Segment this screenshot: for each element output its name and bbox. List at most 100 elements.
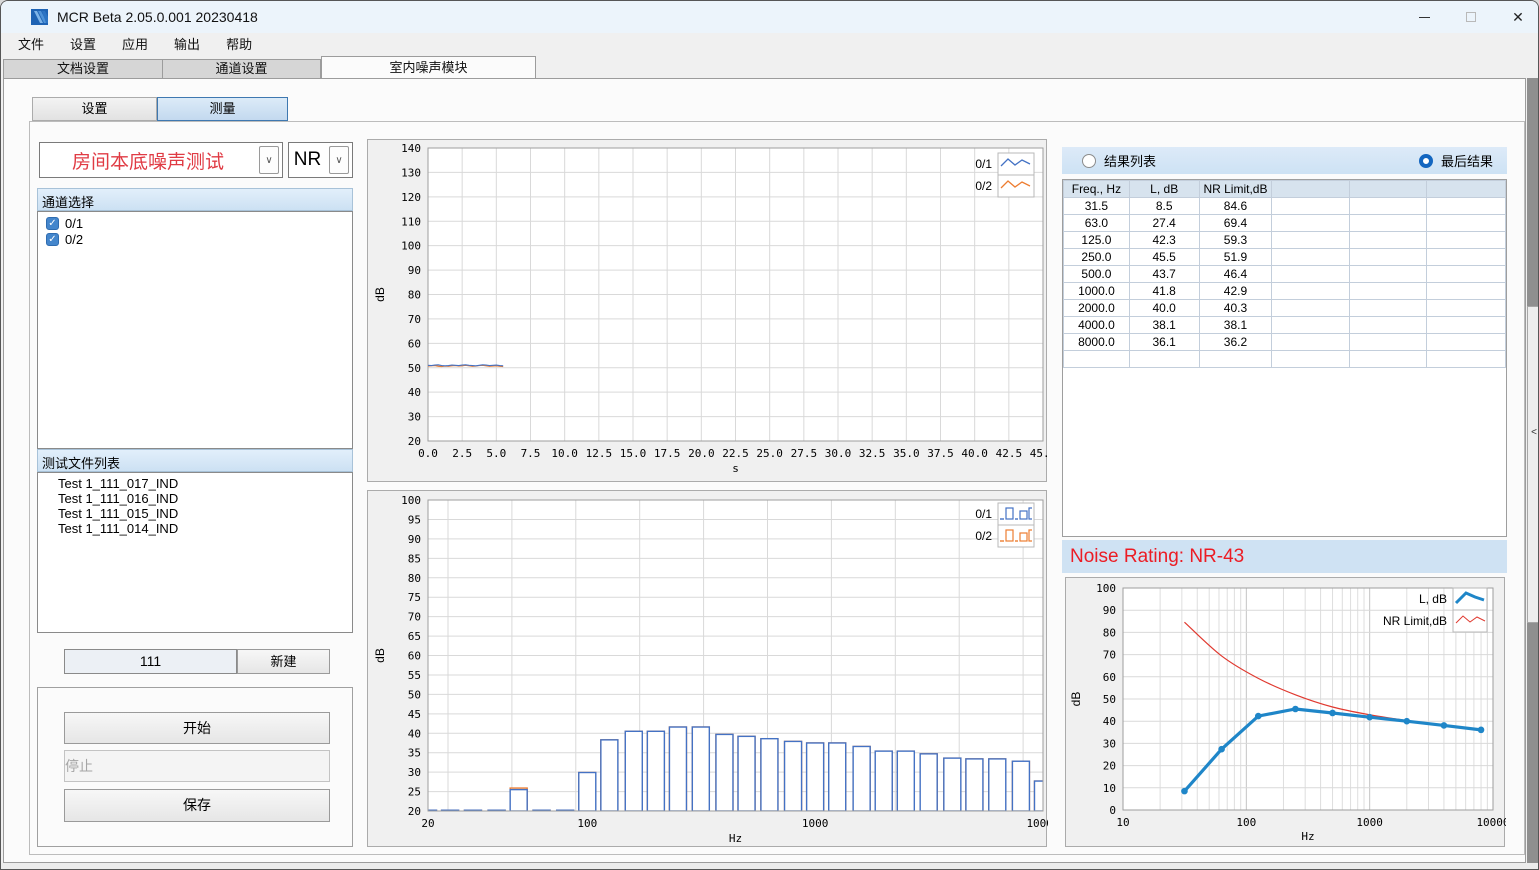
table-cell: 40.0 [1129,300,1199,317]
new-button[interactable]: 新建 [237,649,330,674]
table-cell [1427,300,1506,317]
table-cell [1427,351,1506,368]
close-icon: ✕ [1512,9,1524,26]
list-item[interactable]: Test 1_111_016_IND [58,491,352,506]
svg-text:50: 50 [1103,693,1116,706]
side-panel-expander[interactable]: < [1527,306,1539,623]
chevron-down-icon[interactable]: ∨ [259,146,279,174]
table-cell [1349,266,1427,283]
radio-last-result[interactable]: 最后结果 [1419,151,1493,170]
svg-text:80: 80 [408,289,421,302]
table-cell [1349,215,1427,232]
svg-text:1000: 1000 [1356,816,1383,829]
svg-text:95: 95 [408,513,421,526]
svg-text:60: 60 [1103,671,1116,684]
table-row[interactable]: 31.58.584.6 [1064,198,1506,215]
menu-item[interactable]: 文件 [5,33,57,56]
channel-list[interactable]: ✓0/1✓0/2 [37,211,353,449]
menu-item[interactable]: 输出 [161,33,213,56]
table-row[interactable]: 500.043.746.4 [1064,266,1506,283]
svg-text:15.0: 15.0 [620,447,647,460]
menu-item[interactable]: 应用 [109,33,161,56]
table-cell [1349,317,1427,334]
column-header [1349,181,1427,198]
table-row[interactable]: 2000.040.040.3 [1064,300,1506,317]
svg-text:30: 30 [408,766,421,779]
channel-item[interactable]: ✓0/1 [38,215,352,231]
checkbox-checked-icon[interactable]: ✓ [46,217,59,230]
svg-text:dB: dB [373,287,387,302]
radio-result-list[interactable]: 结果列表 [1082,151,1156,170]
minimize-button[interactable] [1401,1,1447,33]
table-cell: 40.3 [1199,300,1272,317]
maximize-button[interactable] [1448,1,1494,33]
channel-item[interactable]: ✓0/2 [38,231,352,247]
checkbox-checked-icon[interactable]: ✓ [46,233,59,246]
table-cell [1427,215,1506,232]
table-cell [1272,351,1350,368]
channel-section-header: 通道选择 [37,188,353,211]
table-row[interactable]: 63.027.469.4 [1064,215,1506,232]
table-cell: 8.5 [1129,198,1199,215]
svg-text:22.5: 22.5 [722,447,749,460]
svg-text:0/1: 0/1 [975,157,992,171]
svg-text:70: 70 [1103,649,1116,662]
start-button[interactable]: 开始 [64,712,330,744]
chevron-down-icon[interactable]: ∨ [329,146,349,174]
subtab-settings[interactable]: 设置 [32,97,157,121]
table-row[interactable] [1064,351,1506,368]
svg-text:100: 100 [1096,582,1116,595]
svg-text:NR Limit,dB: NR Limit,dB [1383,614,1447,628]
test-name-input[interactable]: 111 [64,649,237,674]
table-row[interactable]: 250.045.551.9 [1064,249,1506,266]
list-item[interactable]: Test 1_111_015_IND [58,506,352,521]
window-title: MCR Beta 2.05.0.001 20230418 [57,9,258,25]
list-item[interactable]: Test 1_111_014_IND [58,521,352,536]
test-type-select[interactable]: 房间本底噪声测试 ∨ [39,142,283,178]
table-cell: 51.9 [1199,249,1272,266]
svg-text:0/2: 0/2 [975,179,992,193]
test-file-list[interactable]: Test 1_111_017_INDTest 1_111_016_INDTest… [37,472,353,633]
svg-text:10.0: 10.0 [551,447,578,460]
menu-item[interactable]: 帮助 [213,33,265,56]
subtab-measure[interactable]: 测量 [157,97,288,121]
svg-text:60: 60 [408,650,421,663]
table-cell [1427,317,1506,334]
svg-text:7.5: 7.5 [521,447,541,460]
results-table[interactable]: Freq., HzL, dBNR Limit,dB31.58.584.663.0… [1062,179,1507,537]
save-button[interactable]: 保存 [64,789,330,822]
tab-通道设置[interactable]: 通道设置 [163,59,321,78]
list-item[interactable]: Test 1_111_017_IND [58,476,352,491]
app-logo-icon [31,8,49,26]
noise-rating-banner: Noise Rating: NR-43 [1062,540,1507,573]
menu-item[interactable]: 设置 [57,33,109,56]
svg-text:20: 20 [408,435,421,448]
rating-select[interactable]: NR ∨ [288,142,353,178]
table-cell [1427,249,1506,266]
tab-文档设置[interactable]: 文档设置 [3,59,163,78]
minimize-icon [1419,17,1430,18]
table-row[interactable]: 4000.038.138.1 [1064,317,1506,334]
svg-text:100: 100 [577,817,597,830]
radio-off-icon [1082,154,1096,168]
table-row[interactable]: 125.042.359.3 [1064,232,1506,249]
table-row[interactable]: 1000.041.842.9 [1064,283,1506,300]
close-button[interactable]: ✕ [1495,1,1539,33]
svg-text:0/1: 0/1 [975,507,992,521]
svg-text:2.5: 2.5 [452,447,472,460]
svg-text:20: 20 [421,817,434,830]
noise-rating-text: Noise Rating: NR-43 [1070,546,1244,568]
titlebar: MCR Beta 2.05.0.001 20230418 ✕ [1,1,1539,33]
svg-text:120: 120 [401,191,421,204]
svg-text:5.0: 5.0 [486,447,506,460]
radio-result-list-label: 结果列表 [1104,151,1156,170]
svg-text:85: 85 [408,552,421,565]
svg-text:40: 40 [408,727,421,740]
svg-text:45.0: 45.0 [1030,447,1048,460]
svg-text:30: 30 [1103,737,1116,750]
svg-text:100: 100 [401,240,421,253]
table-row[interactable]: 8000.036.136.2 [1064,334,1506,351]
table-cell: 42.9 [1199,283,1272,300]
tab-室内噪声模块[interactable]: 室内噪声模块 [321,56,536,78]
table-cell: 38.1 [1199,317,1272,334]
